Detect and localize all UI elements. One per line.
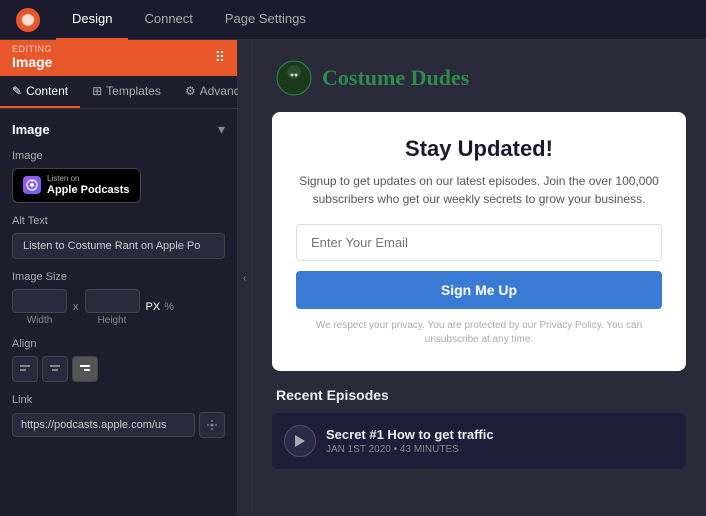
size-units: PX % [146,301,174,313]
apple-podcasts-icon [23,176,41,194]
apple-listen-label: Listen on [47,175,130,184]
align-center-btn[interactable] [42,356,68,382]
editing-title: Image [12,54,52,70]
size-row: Width x Height PX % [12,289,225,326]
signup-card: Stay Updated! Signup to get updates on o… [272,112,686,371]
right-preview: Costume Dudes Stay Updated! Signup to ge… [252,40,706,516]
sub-tabs: ✎ Content ⊞ Templates ⚙ Advanced [0,76,237,109]
height-label: Height [98,315,127,326]
height-input[interactable] [85,289,140,313]
grid-icon[interactable]: ⠿ [215,49,225,66]
align-left-btn[interactable] [12,356,38,382]
section-title: Image [12,122,50,137]
main-layout: EDITING Image ⠿ ✎ Content ⊞ Templates ⚙ … [0,40,706,516]
editing-label: EDITING [12,44,52,54]
link-settings-btn[interactable] [199,412,225,438]
size-separator: x [73,301,79,313]
apple-badge[interactable]: Listen on Apple Podcasts [12,168,141,203]
episode-info: Secret #1 How to get traffic JAN 1ST 202… [326,427,674,455]
sign-up-button[interactable]: Sign Me Up [296,271,662,309]
templates-icon: ⊞ [92,84,102,98]
image-label: Image [12,150,225,162]
align-row [12,356,225,382]
section-header: Image ▾ [12,121,225,138]
recent-episodes-header: Recent Episodes [272,387,686,403]
link-label: Link [12,394,225,406]
top-nav: Design Connect Page Settings [0,0,706,40]
play-button[interactable] [284,425,316,457]
align-label: Align [12,338,225,350]
link-input[interactable] [12,413,195,437]
link-row [12,412,225,438]
panel-content: Image ▾ Image Listen on Apple Podcasts A [0,109,237,516]
preview-content: Costume Dudes Stay Updated! Signup to ge… [252,40,706,516]
apple-podcasts-label: Apple Podcasts [47,184,130,196]
email-input[interactable] [296,224,662,261]
tab-design[interactable]: Design [56,0,128,40]
tab-content[interactable]: ✎ Content [0,76,80,108]
episode-meta: JAN 1ST 2020 • 43 MINUTES [326,444,674,455]
tab-connect[interactable]: Connect [128,0,208,40]
unit-percent[interactable]: % [164,301,174,313]
alt-text-label: Alt Text [12,215,225,227]
apple-badge-text: Listen on Apple Podcasts [47,175,130,196]
settings-icon: ⚙ [185,84,196,98]
collapse-handle[interactable]: ‹ [238,40,252,516]
episode-title: Secret #1 How to get traffic [326,427,674,442]
align-right-btn[interactable] [72,356,98,382]
tab-templates[interactable]: ⊞ Templates [80,76,173,108]
collapse-arrow[interactable]: ▾ [218,121,225,138]
app-logo [16,8,40,32]
privacy-text: We respect your privacy. You are protect… [296,319,662,347]
width-label: Width [27,315,53,326]
site-title: Costume Dudes [322,65,469,91]
site-header: Costume Dudes [272,60,686,96]
signup-card-desc: Signup to get updates on our latest epis… [296,172,662,208]
unit-px[interactable]: PX [146,301,161,313]
pencil-icon: ✎ [12,84,22,98]
image-size-label: Image Size [12,271,225,283]
site-logo [276,60,312,96]
left-panel: EDITING Image ⠿ ✎ Content ⊞ Templates ⚙ … [0,40,238,516]
tab-page-settings[interactable]: Page Settings [209,0,322,40]
alt-text-input[interactable] [12,233,225,259]
width-input[interactable] [12,289,67,313]
editing-bar: EDITING Image ⠿ [0,40,237,76]
signup-card-title: Stay Updated! [296,136,662,162]
episode-card: Secret #1 How to get traffic JAN 1ST 202… [272,413,686,469]
